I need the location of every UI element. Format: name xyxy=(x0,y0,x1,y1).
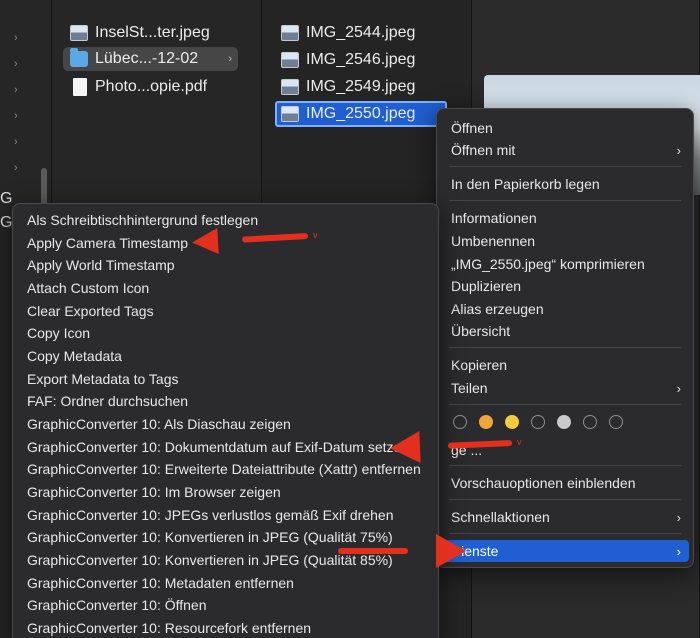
service-gc-rotate-jpegs[interactable]: GraphicConverter 10: JPEGs verlustlos ge… xyxy=(17,504,434,526)
folder-name: Lübec...-12-02 xyxy=(95,50,199,67)
tag-color-dot[interactable] xyxy=(531,415,545,429)
service-copy-icon[interactable]: Copy Icon xyxy=(17,322,434,344)
chevron-right-icon: › xyxy=(676,509,681,525)
menu-item-share[interactable]: Teilen › xyxy=(441,377,689,399)
image-file-icon xyxy=(70,25,88,41)
chevron-right-icon: › xyxy=(228,53,232,65)
service-copy-metadata[interactable]: Copy Metadata xyxy=(17,345,434,367)
annotation-arrow-line xyxy=(338,548,408,554)
menu-item-compress[interactable]: „IMG_2550.jpeg“ komprimieren xyxy=(441,253,689,275)
image-row-selected[interactable]: IMG_2550.jpeg xyxy=(275,101,447,127)
truncated-sidebar-text: G xyxy=(0,214,13,231)
service-export-metadata-to-tags[interactable]: Export Metadata to Tags xyxy=(17,368,434,390)
chevron-right-icon: › xyxy=(676,543,681,559)
disclosure-chevron-icon[interactable]: › xyxy=(14,84,18,96)
file-name: IMG_2549.jpeg xyxy=(306,78,416,95)
annotation-tick: v xyxy=(313,230,318,240)
service-set-desktop-picture[interactable]: Als Schreibtischhintergrund festlegen xyxy=(17,209,434,231)
disclosure-chevron-icon[interactable]: › xyxy=(14,58,18,70)
disclosure-chevron-icon[interactable]: › xyxy=(14,136,18,148)
service-gc-remove-resourcefork[interactable]: GraphicConverter 10: Resourcefork entfer… xyxy=(17,617,434,638)
services-submenu: Als Schreibtischhintergrund festlegen Ap… xyxy=(12,203,439,638)
image-row[interactable]: IMG_2544.jpeg xyxy=(281,21,446,45)
file-name: InselSt...ter.jpeg xyxy=(95,24,210,41)
file-name: IMG_2546.jpeg xyxy=(306,51,416,68)
folder-icon xyxy=(70,48,88,67)
annotation-tick: v xyxy=(517,437,522,447)
menu-item-quick-actions[interactable]: Schnellaktionen › xyxy=(441,506,689,528)
scrollbar-thumb[interactable] xyxy=(41,168,47,208)
disclosure-chevron-icon[interactable]: › xyxy=(14,32,18,44)
image-file-icon xyxy=(281,79,299,95)
folder-row-selected[interactable]: Lübec...-12-02 › xyxy=(63,47,238,71)
menu-separator xyxy=(449,465,681,466)
menu-item-services[interactable]: Dienste › xyxy=(441,540,689,562)
tag-color-dot[interactable] xyxy=(479,415,493,429)
file-row[interactable]: Photo...opie.pdf xyxy=(70,75,238,99)
file-name: IMG_2550.jpeg xyxy=(306,105,416,122)
menu-item-open-with[interactable]: Öffnen mit › xyxy=(441,139,689,161)
image-file-icon xyxy=(281,52,299,68)
service-gc-slideshow[interactable]: GraphicConverter 10: Als Diaschau zeigen xyxy=(17,413,434,435)
service-gc-convert-jpeg-75[interactable]: GraphicConverter 10: Konvertieren in JPE… xyxy=(17,526,434,548)
disclosure-chevron-icon[interactable]: › xyxy=(14,162,18,174)
image-file-icon xyxy=(281,25,299,41)
service-apply-world-timestamp[interactable]: Apply World Timestamp xyxy=(17,254,434,276)
service-gc-open[interactable]: GraphicConverter 10: Öffnen xyxy=(17,594,434,616)
service-gc-remove-xattr[interactable]: GraphicConverter 10: Erweiterte Dateiatt… xyxy=(17,458,434,480)
disclosure-chevron-icon[interactable]: › xyxy=(14,110,18,122)
service-gc-set-document-date[interactable]: GraphicConverter 10: Dokumentdatum auf E… xyxy=(17,436,434,458)
tag-color-dot[interactable] xyxy=(505,415,519,429)
service-attach-custom-icon[interactable]: Attach Custom Icon xyxy=(17,277,434,299)
menu-item-make-alias[interactable]: Alias erzeugen xyxy=(441,298,689,320)
annotation-arrow-head xyxy=(436,534,466,568)
menu-item-open[interactable]: Öffnen xyxy=(441,117,689,139)
menu-item-get-info[interactable]: Informationen xyxy=(441,207,689,229)
chevron-right-icon: › xyxy=(676,142,681,158)
tag-color-dot[interactable] xyxy=(557,415,571,429)
tag-color-dot[interactable] xyxy=(583,415,597,429)
tag-color-dot[interactable] xyxy=(453,415,467,429)
menu-item-show-preview-options[interactable]: Vorschauoptionen einblenden xyxy=(441,472,689,494)
menu-item-rename[interactable]: Umbenennen xyxy=(441,230,689,252)
menu-separator xyxy=(449,499,681,500)
pdf-file-icon xyxy=(73,78,87,96)
chevron-right-icon: › xyxy=(676,380,681,396)
menu-item-move-to-trash[interactable]: In den Papierkorb legen xyxy=(441,173,689,195)
annotation-arrow-head xyxy=(191,228,219,256)
truncated-sidebar-text: G xyxy=(0,190,13,207)
file-row[interactable]: InselSt...ter.jpeg xyxy=(70,21,238,45)
service-gc-remove-metadata[interactable]: GraphicConverter 10: Metadaten entfernen xyxy=(17,572,434,594)
menu-separator xyxy=(449,404,681,405)
service-faf-search-folder[interactable]: FAF: Ordner durchsuchen xyxy=(17,390,434,412)
service-clear-exported-tags[interactable]: Clear Exported Tags xyxy=(17,300,434,322)
file-name: Photo...opie.pdf xyxy=(95,78,208,95)
menu-separator xyxy=(449,347,681,348)
menu-separator xyxy=(449,533,681,534)
menu-item-duplicate[interactable]: Duplizieren xyxy=(441,275,689,297)
file-name: IMG_2544.jpeg xyxy=(306,24,416,41)
service-apply-camera-timestamp[interactable]: Apply Camera Timestamp xyxy=(17,232,434,254)
annotation-arrow-head xyxy=(389,431,421,465)
context-menu: Öffnen Öffnen mit › In den Papierkorb leg… xyxy=(436,108,694,568)
tag-color-row xyxy=(453,415,633,431)
image-file-icon xyxy=(281,106,299,122)
menu-item-quick-look[interactable]: Übersicht xyxy=(441,320,689,342)
image-row[interactable]: IMG_2549.jpeg xyxy=(281,75,446,99)
service-gc-show-in-browser[interactable]: GraphicConverter 10: Im Browser zeigen xyxy=(17,481,434,503)
menu-separator xyxy=(449,166,681,167)
image-row[interactable]: IMG_2546.jpeg xyxy=(281,48,446,72)
tag-color-dot[interactable] xyxy=(609,415,623,429)
menu-item-copy[interactable]: Kopieren xyxy=(441,354,689,376)
menu-separator xyxy=(449,200,681,201)
